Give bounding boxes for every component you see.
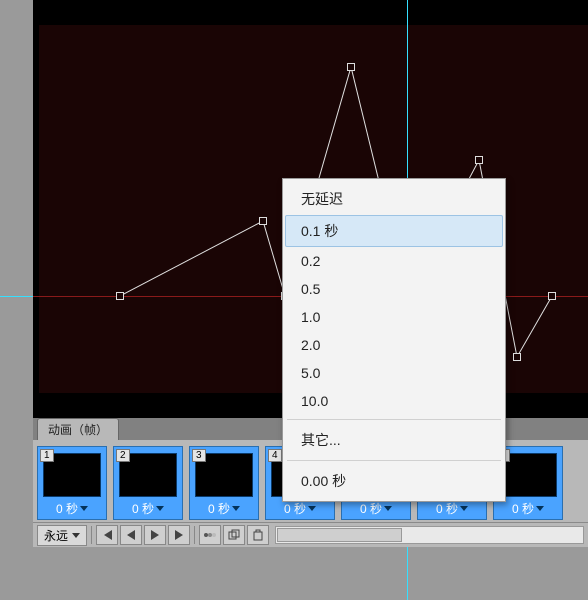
next-frame-button[interactable] — [168, 525, 190, 545]
menu-separator — [287, 460, 501, 461]
menu-item-1-0s[interactable]: 1.0 — [285, 303, 503, 331]
frame-thumb[interactable]: 2 0 秒 — [113, 446, 183, 520]
horizontal-scrollbar[interactable] — [275, 526, 584, 544]
frame-delay-label: 0 秒 — [284, 500, 306, 517]
frame-delay-menu: 无延迟 0.1 秒 0.2 0.5 1.0 2.0 5.0 10.0 其它...… — [282, 178, 506, 502]
first-frame-button[interactable] — [96, 525, 118, 545]
menu-item-2-0s[interactable]: 2.0 — [285, 331, 503, 359]
frame-delay-label: 0 秒 — [436, 500, 458, 517]
frame-number: 2 — [116, 449, 130, 462]
menu-item-5-0s[interactable]: 5.0 — [285, 359, 503, 387]
delete-frame-button[interactable] — [247, 525, 269, 545]
menu-item-0-5s[interactable]: 0.5 — [285, 275, 503, 303]
frame-number: 3 — [192, 449, 206, 462]
anchor-point[interactable] — [347, 63, 355, 71]
frame-thumb[interactable]: 3 0 秒 — [189, 446, 259, 520]
panel-tab-animation[interactable]: 动画（帧） — [37, 418, 119, 440]
frame-delay-button[interactable]: 0 秒 — [512, 497, 544, 519]
frame-delay-label: 0 秒 — [56, 500, 78, 517]
anchor-point[interactable] — [513, 353, 521, 361]
chevron-down-icon — [80, 506, 88, 511]
chevron-down-icon — [72, 533, 80, 538]
frame-delay-label: 0 秒 — [512, 500, 534, 517]
frame-delay-button[interactable]: 0 秒 — [132, 497, 164, 519]
timeline-controls: 永远 — [33, 522, 588, 547]
play-button[interactable] — [144, 525, 166, 545]
anchor-point[interactable] — [116, 292, 124, 300]
anchor-point[interactable] — [548, 292, 556, 300]
menu-item-no-delay[interactable]: 无延迟 — [285, 183, 503, 215]
menu-item-current[interactable]: 0.00 秒 — [285, 465, 503, 497]
menu-item-0-1s[interactable]: 0.1 秒 — [285, 215, 503, 247]
chevron-down-icon — [384, 506, 392, 511]
loop-label: 永远 — [44, 527, 68, 544]
frame-delay-label: 0 秒 — [208, 500, 230, 517]
menu-item-10-0s[interactable]: 10.0 — [285, 387, 503, 415]
frame-number: 1 — [40, 449, 54, 462]
frame-thumb[interactable]: 1 0 秒 — [37, 446, 107, 520]
separator — [91, 526, 92, 544]
menu-separator — [287, 419, 501, 420]
menu-item-0-2s[interactable]: 0.2 — [285, 247, 503, 275]
duplicate-frame-button[interactable] — [223, 525, 245, 545]
frame-delay-button[interactable]: 0 秒 — [56, 497, 88, 519]
menu-item-other[interactable]: 其它... — [285, 424, 503, 456]
anchor-point[interactable] — [475, 156, 483, 164]
anchor-point[interactable] — [259, 217, 267, 225]
tween-button[interactable] — [199, 525, 221, 545]
chevron-down-icon — [308, 506, 316, 511]
chevron-down-icon — [460, 506, 468, 511]
chevron-down-icon — [232, 506, 240, 511]
chevron-down-icon — [536, 506, 544, 511]
frame-delay-label: 0 秒 — [360, 500, 382, 517]
frame-delay-button[interactable]: 0 秒 — [208, 497, 240, 519]
separator — [194, 526, 195, 544]
frame-number: 4 — [268, 449, 282, 462]
loop-selector[interactable]: 永远 — [37, 525, 87, 546]
prev-frame-button[interactable] — [120, 525, 142, 545]
chevron-down-icon — [156, 506, 164, 511]
frame-delay-label: 0 秒 — [132, 500, 154, 517]
scrollbar-thumb[interactable] — [277, 528, 402, 542]
